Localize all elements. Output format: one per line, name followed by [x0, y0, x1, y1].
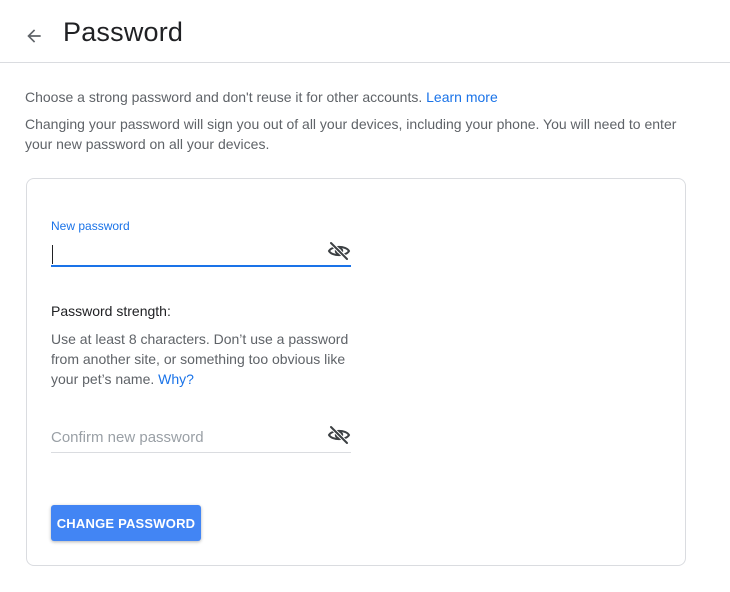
why-link[interactable]: Why?: [158, 371, 194, 387]
confirm-password-underline: [51, 452, 351, 453]
password-strength-text: Use at least 8 characters. Don’t use a p…: [51, 331, 349, 387]
eye-off-icon: [327, 241, 351, 261]
arrow-back-icon: [27, 29, 41, 43]
page-header: Password: [0, 0, 730, 63]
intro-line-2: Changing your password will sign you out…: [25, 116, 677, 152]
intro-line-1: Choose a strong password and don't reuse…: [25, 87, 695, 107]
learn-more-link[interactable]: Learn more: [426, 89, 498, 105]
intro-line-1-text: Choose a strong password and don't reuse…: [25, 89, 423, 105]
new-password-input[interactable]: [51, 241, 321, 265]
password-strength-description: Use at least 8 characters. Don’t use a p…: [51, 329, 361, 389]
page-title: Password: [63, 17, 184, 47]
eye-off-icon: [327, 425, 351, 445]
change-password-button[interactable]: CHANGE PASSWORD: [51, 505, 201, 541]
new-password-label: New password: [51, 219, 130, 233]
password-form-card: New password Password strength: Use at l…: [26, 178, 686, 566]
confirm-password-input[interactable]: [51, 425, 321, 449]
new-password-field: New password: [51, 219, 351, 267]
confirm-password-field: [51, 423, 351, 453]
password-strength: Password strength: Use at least 8 charac…: [51, 302, 361, 389]
new-password-underline: [51, 265, 351, 267]
intro-text: Choose a strong password and don't reuse…: [25, 87, 695, 154]
back-button[interactable]: [20, 22, 48, 50]
toggle-confirm-password-visibility[interactable]: [327, 423, 351, 447]
text-cursor: [52, 245, 53, 264]
password-strength-title: Password strength:: [51, 303, 171, 319]
toggle-new-password-visibility[interactable]: [327, 239, 351, 263]
